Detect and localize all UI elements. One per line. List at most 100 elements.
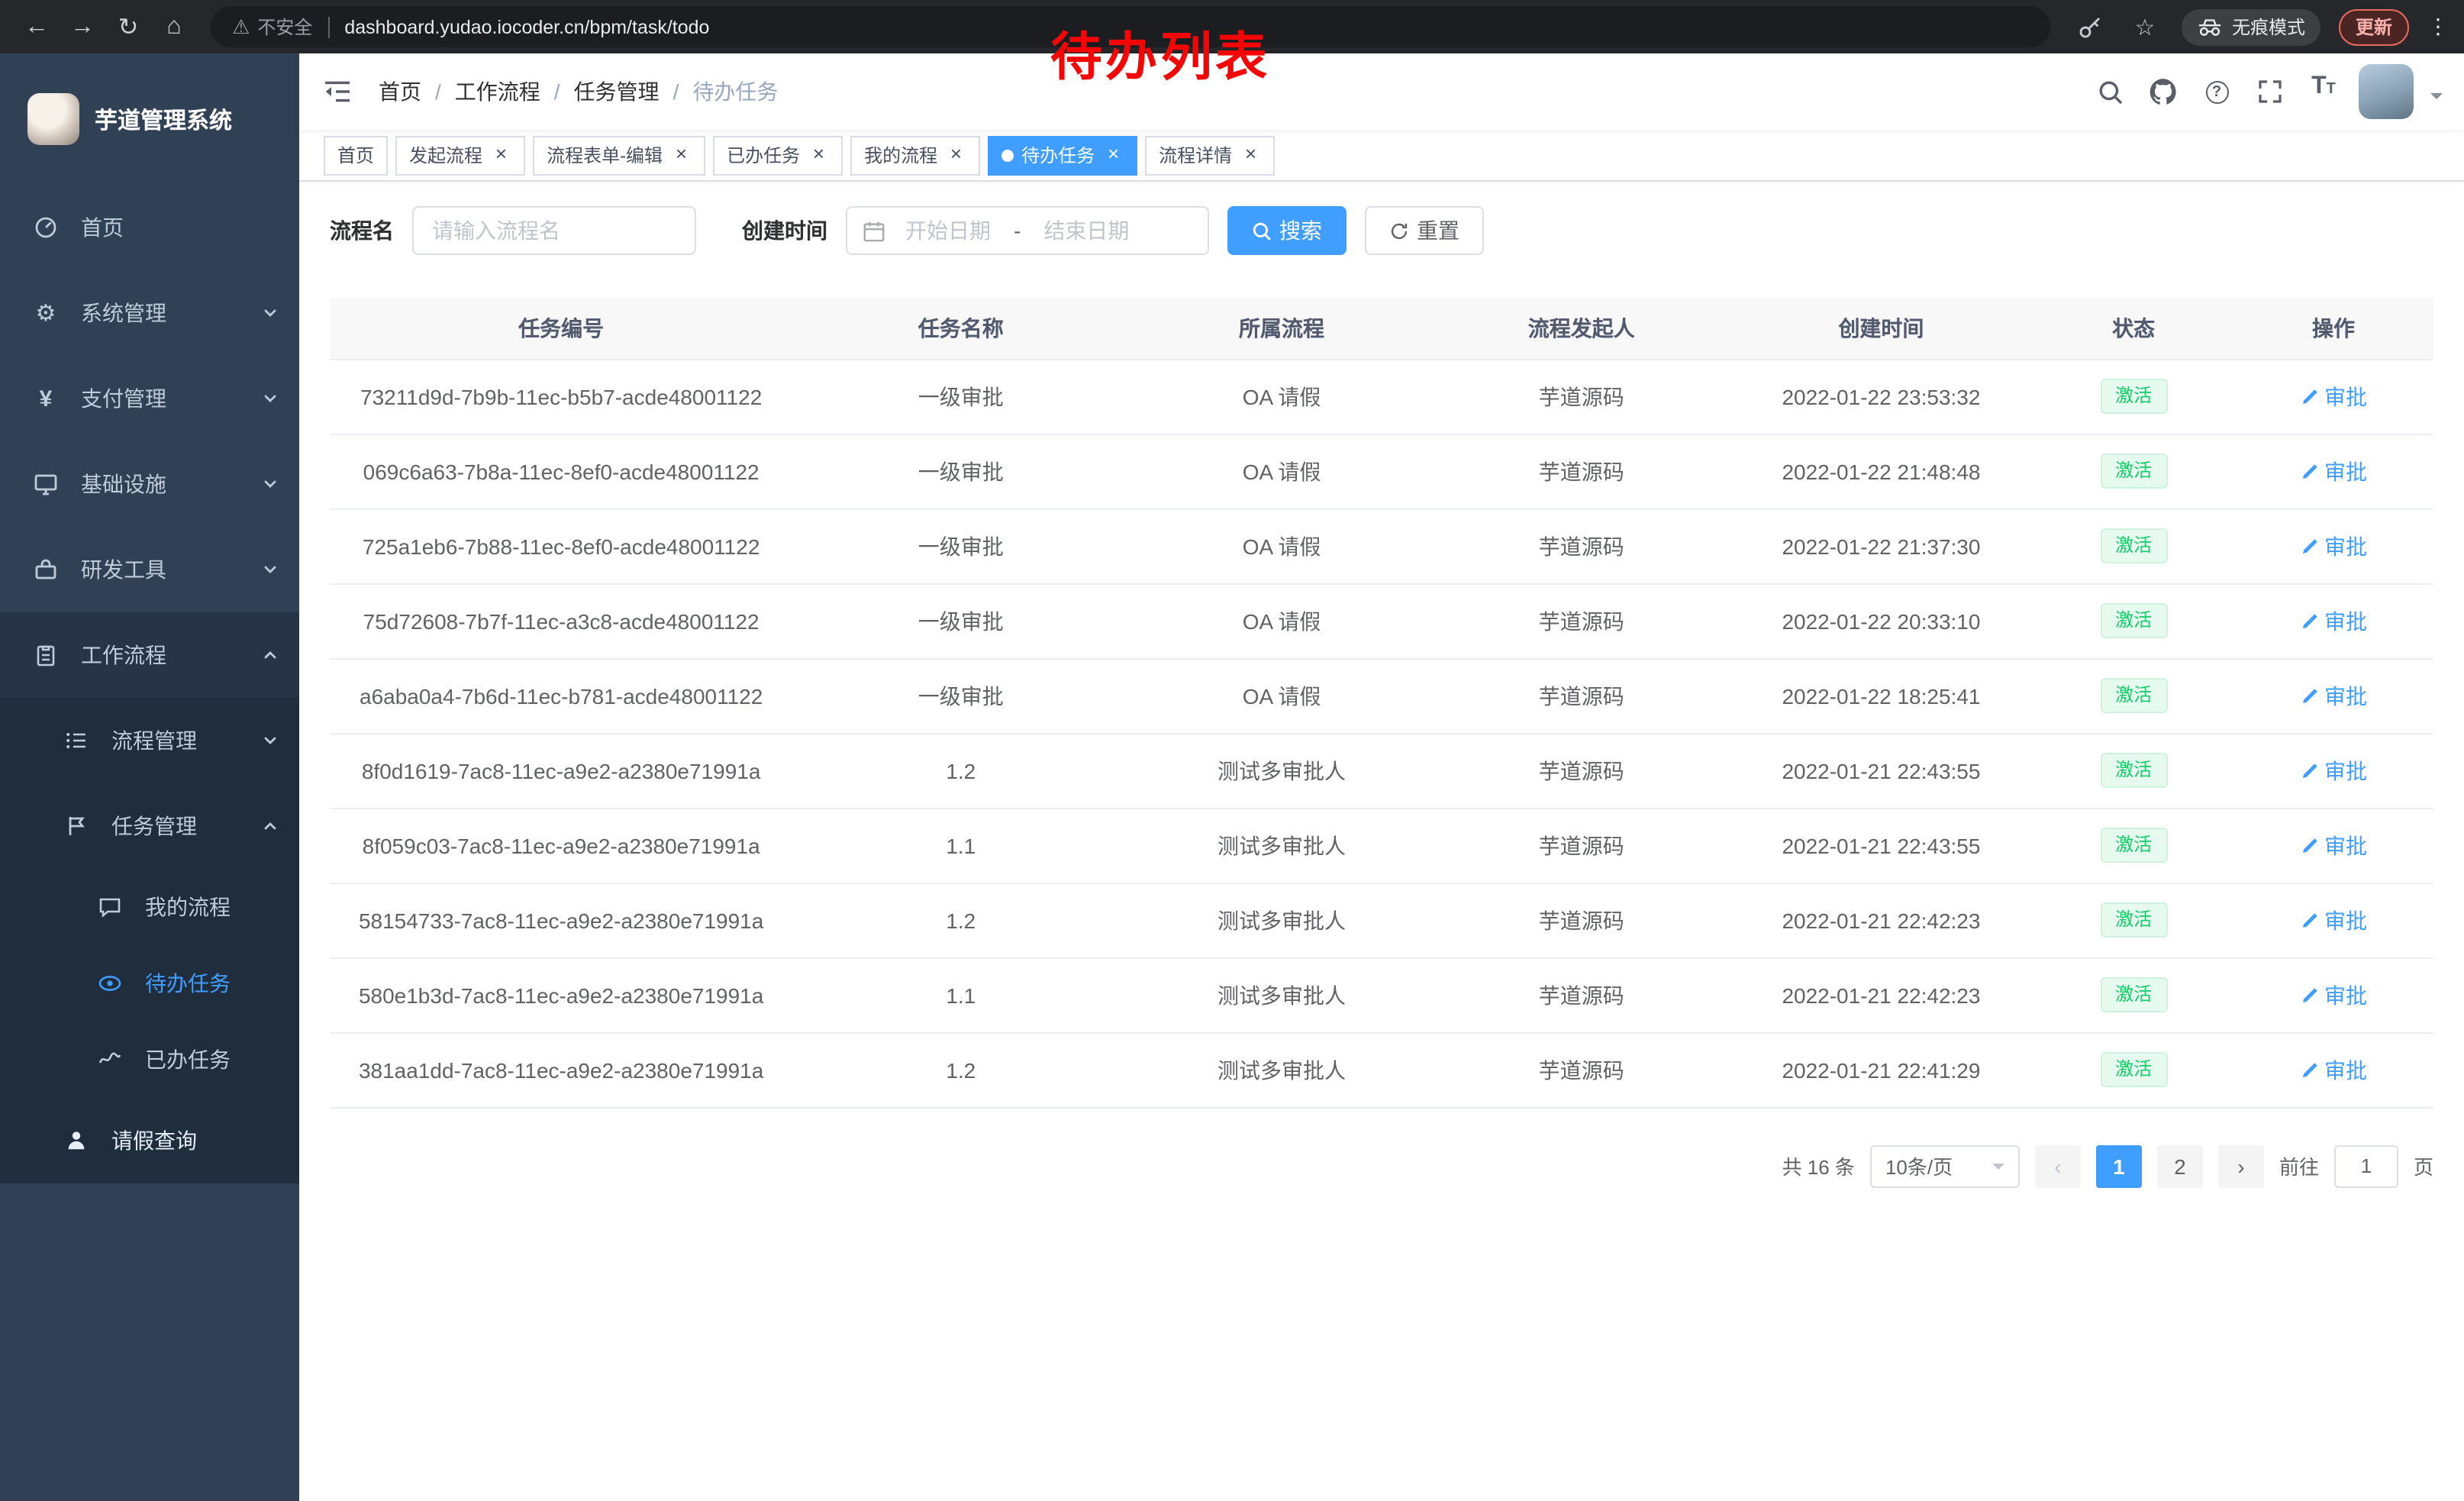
sidebar-item-payment[interactable]: ¥ 支付管理 [0,356,299,441]
sidebar-item-done-tasks[interactable]: 已办任务 [0,1022,299,1098]
refresh-icon[interactable]: ↻ [107,5,150,48]
avatar-caret-icon[interactable] [2430,93,2443,105]
chevron-down-icon [263,305,278,321]
date-range-picker[interactable]: - [846,206,1209,255]
task-id-cell: a6aba0a4-7b6d-11ec-b781-acde48001122 [330,658,792,733]
security-label[interactable]: 不安全 [257,14,312,40]
tab-process-detail[interactable]: 流程详情 × [1145,135,1275,175]
approve-link[interactable]: 审批 [2300,1054,2367,1085]
approve-link[interactable]: 审批 [2300,381,2367,412]
github-icon[interactable] [2145,73,2182,110]
create-time-cell: 2022-01-22 23:53:32 [1729,359,2034,434]
breadcrumb-workflow[interactable]: 工作流程 [455,76,540,107]
close-icon[interactable]: × [490,144,511,166]
status-badge: 激活 [2100,1053,2167,1087]
update-button[interactable]: 更新 [2339,8,2409,45]
avatar[interactable] [2359,64,2414,119]
url-text[interactable]: dashboard.yudao.iocoder.cn/bpm/task/todo [344,16,709,37]
task-id-cell: 8f059c03-7ac8-11ec-a9e2-a2380e71991a [330,808,792,883]
reset-button[interactable]: 重置 [1365,206,1484,255]
create-time-cell: 2022-01-22 18:25:41 [1729,658,2034,733]
sidebar-collapse-icon[interactable] [324,79,351,104]
sidebar-item-devtools[interactable]: 研发工具 [0,527,299,612]
breadcrumb-home[interactable]: 首页 [379,76,421,107]
prev-page-button[interactable]: ‹ [2035,1144,2081,1187]
close-icon[interactable]: × [670,144,692,166]
status-badge: 激活 [2100,978,2167,1012]
task-id-cell: 725a1eb6-7b88-11ec-8ef0-acde48001122 [330,508,792,583]
approve-link[interactable]: 审批 [2300,830,2367,860]
sidebar-item-infrastructure[interactable]: 基础设施 [0,441,299,527]
tab-done-tasks[interactable]: 已办任务 × [713,135,843,175]
forward-icon[interactable]: → [61,5,104,48]
approve-link[interactable]: 审批 [2300,680,2367,711]
pencil-icon [2300,836,2318,854]
breadcrumb-task-management[interactable]: 任务管理 [574,76,660,107]
process-name-cell: 测试多审批人 [1129,733,1434,808]
actions-cell: 审批 [2233,359,2433,434]
tab-start-process[interactable]: 发起流程 × [395,135,525,175]
font-size-icon[interactable]: TT [2305,73,2342,110]
task-name-cell: 一级审批 [792,658,1129,733]
app-logo[interactable]: 芋道管理系统 [0,53,299,185]
yen-icon: ¥ [31,386,61,412]
approve-link[interactable]: 审批 [2300,980,2367,1010]
page-button-2[interactable]: 2 [2157,1144,2203,1187]
close-icon[interactable]: × [945,144,966,166]
search-icon[interactable] [2091,73,2128,110]
page-button-1[interactable]: 1 [2096,1144,2142,1187]
status-cell: 激活 [2033,658,2233,733]
key-icon[interactable] [2072,8,2108,45]
end-date-input[interactable] [1024,217,1149,244]
search-icon [1252,221,1272,240]
approve-link[interactable]: 审批 [2300,605,2367,636]
task-id-cell: 75d72608-7b7f-11ec-a3c8-acde48001122 [330,583,792,658]
sidebar-item-todo-tasks[interactable]: 待办任务 [0,945,299,1022]
warning-icon: ⚠ [232,15,250,39]
approve-link[interactable]: 审批 [2300,755,2367,786]
sidebar-item-task-management[interactable]: 任务管理 [0,783,299,869]
approve-link[interactable]: 审批 [2300,456,2367,486]
process-name-cell: 测试多审批人 [1129,883,1434,957]
gear-icon: ⚙ [31,299,61,327]
star-icon[interactable]: ☆ [2127,8,2163,45]
back-icon[interactable]: ← [15,5,58,48]
task-table: 任务编号 任务名称 所属流程 流程发起人 创建时间 状态 操作 73211d9d… [330,298,2433,1108]
sidebar-item-leave-query[interactable]: 请假查询 [0,1098,299,1183]
help-icon[interactable]: ? [2198,73,2235,110]
sidebar-item-my-process[interactable]: 我的流程 [0,869,299,945]
approve-link[interactable]: 审批 [2300,905,2367,935]
clipboard-icon [31,643,61,667]
create-time-cell: 2022-01-21 22:43:55 [1729,733,2034,808]
process-name-input[interactable] [412,206,696,255]
close-icon[interactable]: × [1102,144,1124,166]
actions-cell: 审批 [2233,583,2433,658]
process-name-cell: OA 请假 [1129,508,1434,583]
sidebar-item-process-management[interactable]: 流程管理 [0,698,299,783]
approve-link[interactable]: 审批 [2300,531,2367,561]
search-button[interactable]: 搜索 [1227,206,1346,255]
fullscreen-icon[interactable] [2252,73,2288,110]
close-icon[interactable]: × [1240,144,1261,166]
create-time-cell: 2022-01-21 22:41:29 [1729,1032,2034,1107]
page-size-select[interactable]: 10条/页 [1870,1144,2020,1187]
tab-todo-tasks[interactable]: 待办任务 × [988,135,1137,175]
screenshot-root: ← → ↻ ⌂ ⚠ 不安全 dashboard.yudao.iocoder.cn… [0,0,2464,1501]
tab-my-process[interactable]: 我的流程 × [850,135,980,175]
app-title: 芋道管理系统 [95,103,232,135]
filter-form: 流程名 创建时间 - 搜 [330,206,2433,255]
chevron-down-icon [263,391,278,406]
tab-home[interactable]: 首页 [324,135,388,175]
address-bar[interactable]: ⚠ 不安全 dashboard.yudao.iocoder.cn/bpm/tas… [211,6,2050,47]
goto-page-input[interactable] [2334,1144,2398,1187]
tab-process-form-edit[interactable]: 流程表单-编辑 × [533,135,705,175]
close-icon[interactable]: × [808,144,829,166]
sidebar-item-home[interactable]: 首页 [0,185,299,270]
status-cell: 激活 [2033,508,2233,583]
browser-menu-icon[interactable]: ⋮ [2427,14,2449,40]
start-date-input[interactable] [885,217,1011,244]
next-page-button[interactable]: › [2218,1144,2264,1187]
sidebar-item-system[interactable]: ⚙ 系统管理 [0,270,299,356]
sidebar-item-workflow[interactable]: 工作流程 [0,612,299,698]
home-icon[interactable]: ⌂ [153,5,195,48]
